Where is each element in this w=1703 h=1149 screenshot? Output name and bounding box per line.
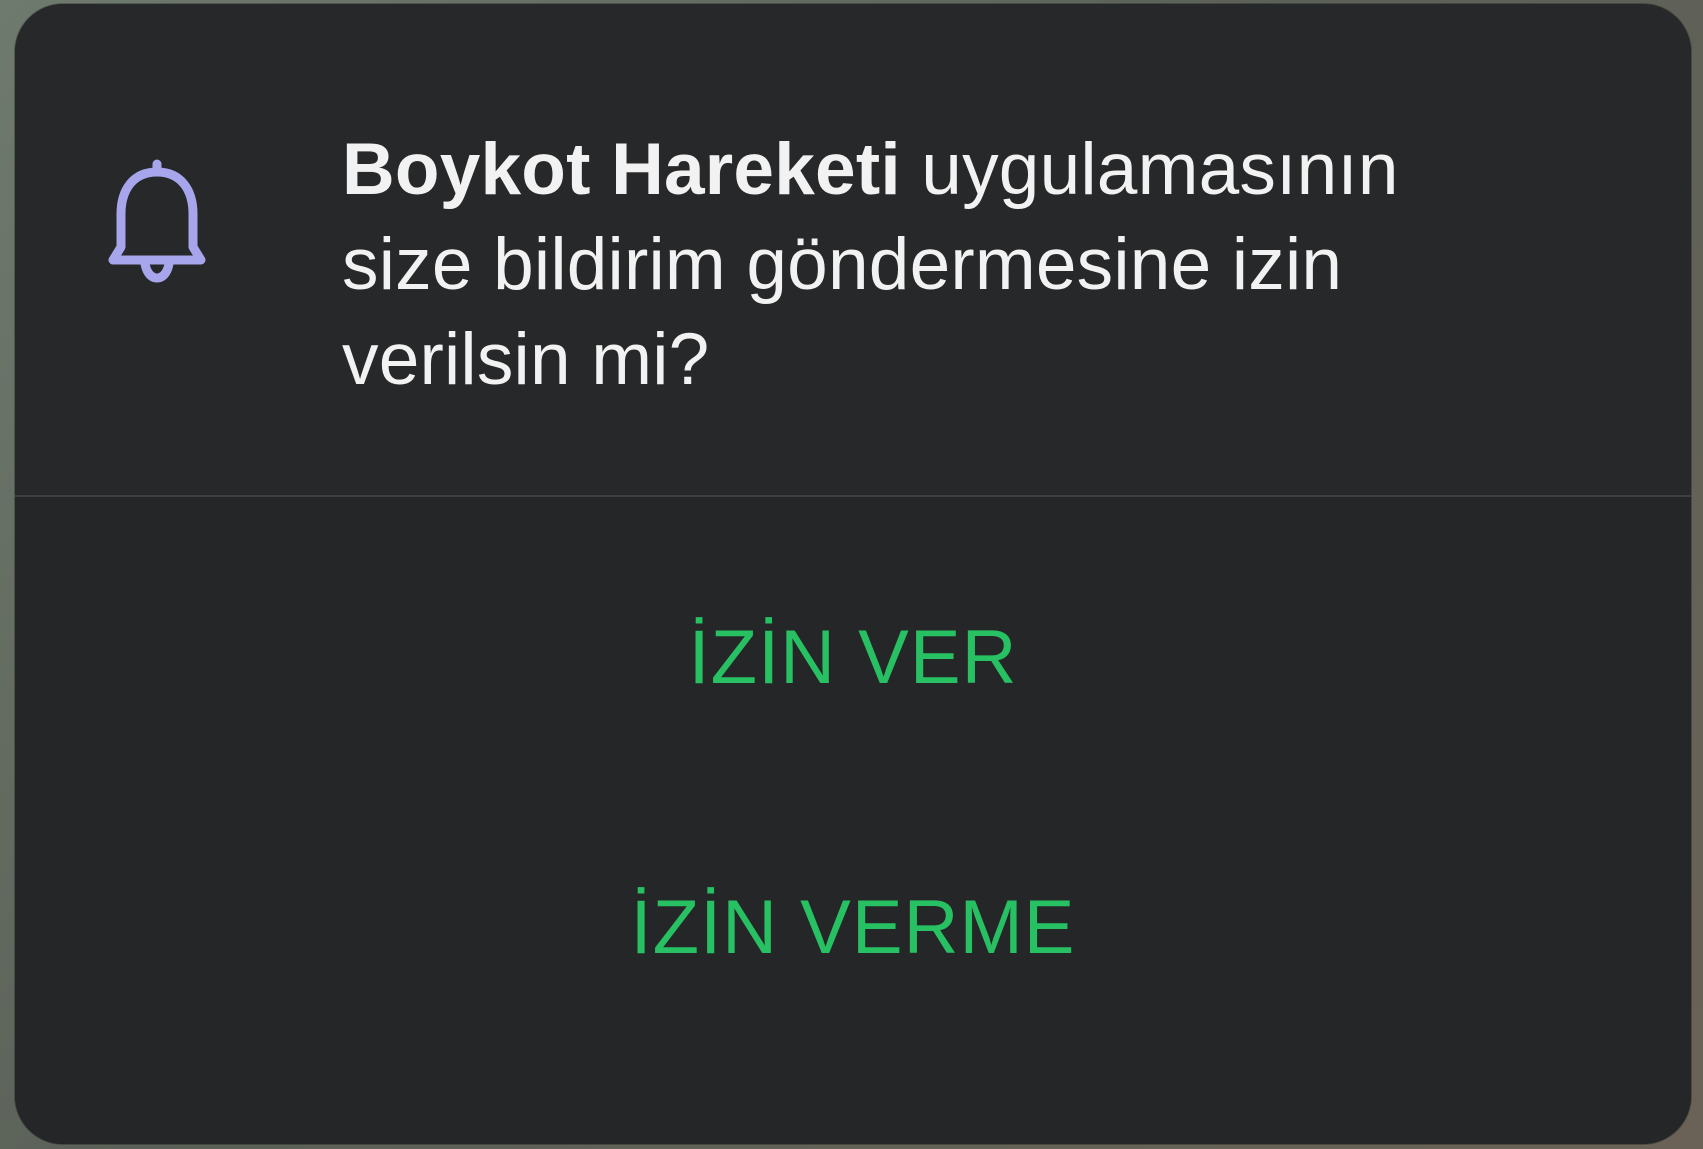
message-line2: size bildirim göndermesine izin bbox=[342, 224, 1343, 305]
message-line1-rest: uygulamasının bbox=[900, 129, 1399, 210]
deny-button[interactable]: İZİN VERME bbox=[15, 807, 1691, 1047]
app-name: Boykot Hareketi bbox=[342, 129, 901, 210]
allow-button[interactable]: İZİN VER bbox=[15, 537, 1691, 777]
dialog-actions: İZİN VER İZİN VERME bbox=[15, 497, 1691, 1144]
permission-message: Boykot Hareketi uygulamasının size bildir… bbox=[342, 122, 1602, 407]
bell-icon bbox=[108, 159, 206, 283]
message-line3: verilsin mi? bbox=[342, 319, 710, 400]
permission-dialog: Boykot Hareketi uygulamasının size bildir… bbox=[15, 4, 1691, 1144]
dialog-header: Boykot Hareketi uygulamasının size bildir… bbox=[15, 4, 1691, 494]
